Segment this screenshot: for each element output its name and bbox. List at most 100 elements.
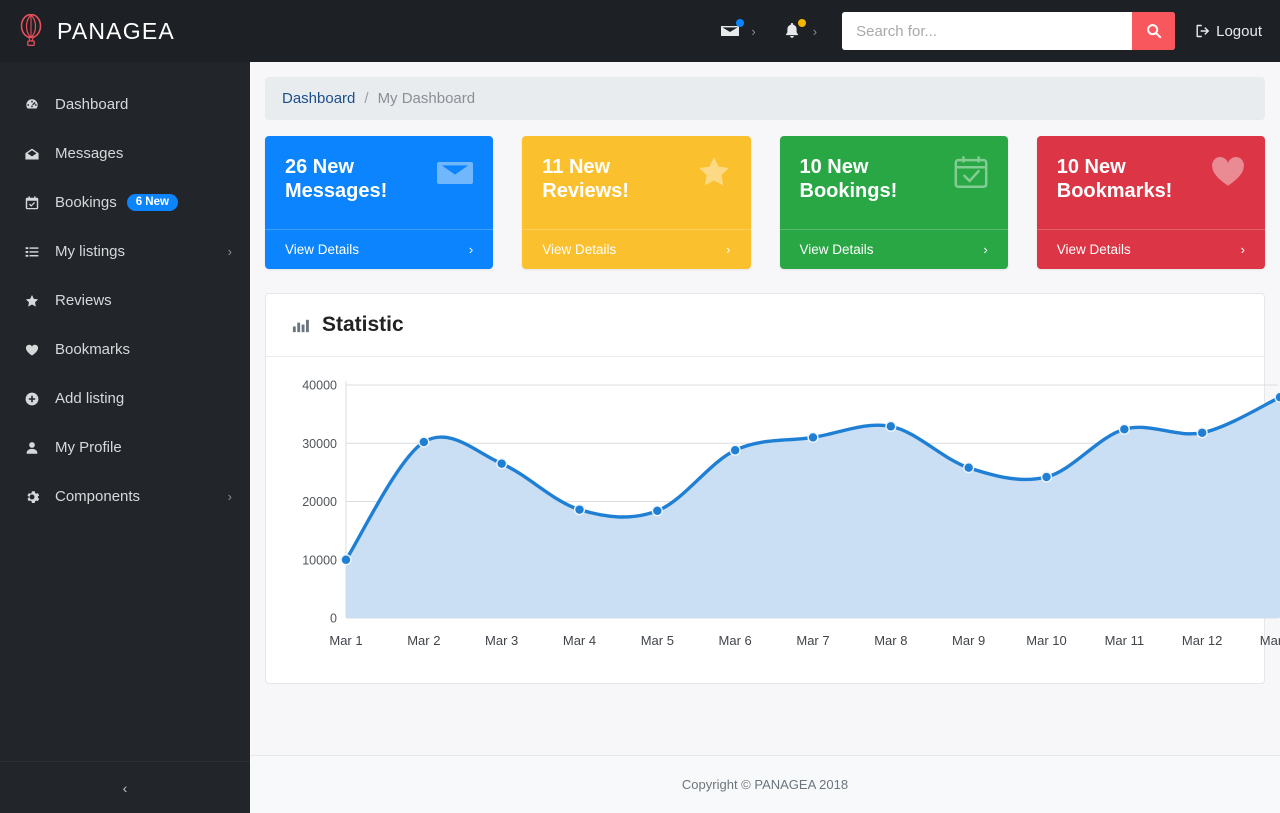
page-title: Statistic bbox=[322, 313, 404, 336]
stat-card-link[interactable]: View Details › bbox=[1036, 229, 1265, 269]
stat-card-body: 26 New Messages! bbox=[265, 136, 493, 229]
calendar-check-icon bbox=[22, 195, 42, 211]
sidebar-item-bookings[interactable]: Bookings 6 New bbox=[0, 178, 250, 227]
stat-card-title: 11 New Reviews! bbox=[542, 156, 629, 203]
envelope-icon bbox=[435, 153, 475, 198]
logout-button[interactable]: Logout bbox=[1195, 23, 1262, 40]
svg-text:Mar 8: Mar 8 bbox=[874, 633, 907, 648]
user-icon bbox=[22, 440, 42, 456]
sidebar-item-label: Reviews bbox=[55, 292, 112, 309]
sidebar-item-my-profile[interactable]: My Profile bbox=[0, 423, 250, 472]
bookings-badge: 6 New bbox=[126, 193, 178, 212]
brand[interactable]: PANAGEA bbox=[0, 14, 250, 48]
stat-card-link[interactable]: View Details › bbox=[522, 229, 751, 269]
area-chart: 0 10000 20000 30000 40000 Mar 1 Mar 2 Mar 3 Mar … bbox=[302, 379, 1280, 648]
sidebar-item-messages[interactable]: Messages bbox=[0, 129, 250, 178]
search-bar bbox=[842, 12, 1176, 50]
stat-card-link-label: View Details bbox=[1056, 242, 1131, 257]
chevron-right-icon: › bbox=[751, 23, 756, 39]
sidebar-item-components[interactable]: Components › bbox=[0, 472, 250, 521]
bar-chart-icon bbox=[291, 316, 310, 335]
svg-text:10000: 10000 bbox=[302, 553, 337, 567]
sidebar-item-label: Dashboard bbox=[55, 96, 129, 113]
svg-text:Mar 13: Mar 13 bbox=[1260, 633, 1280, 648]
logout-label: Logout bbox=[1216, 22, 1262, 40]
chevron-right-icon: › bbox=[726, 242, 731, 257]
stat-card-link-label: View Details bbox=[799, 242, 874, 257]
envelope-icon bbox=[720, 19, 745, 41]
svg-text:Mar 3: Mar 3 bbox=[485, 633, 518, 648]
breadcrumb-current: My Dashboard bbox=[377, 90, 476, 107]
sidebar-item-dashboard[interactable]: Dashboard bbox=[0, 80, 250, 129]
sidebar-item-label: My Profile bbox=[55, 439, 122, 456]
copyright-text: Copyright © PANAGEA 2018 bbox=[681, 777, 849, 792]
hot-air-balloon-icon bbox=[20, 14, 42, 47]
chevron-right-icon: › bbox=[468, 242, 474, 257]
sidebar-item-label: Messages bbox=[55, 145, 124, 162]
sidebar-item-add-listing[interactable]: Add listing bbox=[0, 374, 250, 423]
search-icon bbox=[1146, 24, 1161, 39]
sidebar-item-reviews[interactable]: Reviews bbox=[0, 276, 250, 325]
notifications-menu[interactable]: › bbox=[769, 0, 830, 62]
speedometer-icon bbox=[22, 97, 42, 113]
svg-text:30000: 30000 bbox=[302, 437, 337, 451]
svg-text:20000: 20000 bbox=[302, 495, 337, 509]
svg-text:Mar 11: Mar 11 bbox=[1105, 633, 1145, 648]
top-bar: PANAGEA › › Search for... Logout bbox=[0, 0, 1280, 62]
main-content: Dashboard / My Dashboard 26 New Messages… bbox=[250, 62, 1280, 813]
stat-card-body: 11 New Reviews! bbox=[522, 136, 750, 229]
heart-icon bbox=[22, 342, 42, 358]
svg-text:Mar 5: Mar 5 bbox=[641, 633, 674, 648]
svg-text:Mar 6: Mar 6 bbox=[719, 633, 752, 648]
top-bar-actions: › › Search for... Logout bbox=[707, 0, 1280, 62]
sidebar-collapse-button[interactable]: ‹ bbox=[0, 761, 250, 813]
brand-name: PANAGEA bbox=[57, 17, 175, 44]
stat-card-title: 26 New Messages! bbox=[285, 156, 388, 203]
breadcrumb-separator: / bbox=[364, 90, 369, 107]
messages-menu[interactable]: › bbox=[707, 0, 768, 62]
svg-text:40000: 40000 bbox=[302, 379, 337, 393]
stat-card-body: 10 New Bookings! bbox=[780, 136, 1008, 229]
stat-card-link[interactable]: View Details › bbox=[779, 229, 1008, 269]
stat-card-link-label: View Details bbox=[285, 242, 360, 257]
heart-icon bbox=[1209, 153, 1247, 196]
breadcrumb: Dashboard / My Dashboard bbox=[265, 77, 1265, 120]
content-wrap: Dashboard / My Dashboard 26 New Messages… bbox=[250, 62, 1280, 684]
chevron-right-icon: › bbox=[812, 23, 818, 39]
sidebar-nav: Dashboard Messages Bookings 6 New My lis… bbox=[0, 62, 250, 521]
stat-card-bookings[interactable]: 10 New Bookings! View Details › bbox=[779, 136, 1008, 269]
stat-card-link[interactable]: View Details › bbox=[265, 229, 494, 269]
star-icon bbox=[22, 293, 42, 309]
notifications-unread-dot bbox=[797, 19, 806, 27]
chevron-right-icon: › bbox=[227, 244, 232, 259]
breadcrumb-link-dashboard[interactable]: Dashboard bbox=[282, 90, 355, 107]
stat-cards: 26 New Messages! View Details › 11 New R… bbox=[265, 136, 1265, 269]
chevron-right-icon: › bbox=[983, 242, 988, 257]
statistic-panel-header: Statistic bbox=[266, 294, 1264, 357]
sidebar-item-my-listings[interactable]: My listings › bbox=[0, 227, 250, 276]
sidebar-item-bookmarks[interactable]: Bookmarks bbox=[0, 325, 250, 374]
svg-text:Mar 12: Mar 12 bbox=[1182, 633, 1222, 648]
search-input[interactable] bbox=[842, 12, 1133, 50]
plus-circle-icon bbox=[22, 391, 42, 407]
sidebar-item-label: Components bbox=[55, 488, 141, 505]
sidebar-item-label: Add listing bbox=[55, 390, 125, 407]
list-icon bbox=[22, 244, 42, 260]
footer: Copyright © PANAGEA 2018 bbox=[250, 755, 1280, 813]
app-root: PANAGEA › › Search for... Logout Dashboa… bbox=[0, 0, 1280, 813]
stat-card-body: 10 New Bookmarks! bbox=[1037, 136, 1265, 229]
stat-card-reviews[interactable]: 11 New Reviews! View Details › bbox=[522, 136, 751, 269]
stat-card-title: 10 New Bookmarks! bbox=[1056, 156, 1173, 203]
bell-icon bbox=[782, 19, 806, 41]
stat-card-bookmarks[interactable]: 10 New Bookmarks! View Details › bbox=[1036, 136, 1265, 269]
statistic-panel-body: 0 10000 20000 30000 40000 Mar 1 Mar 2 Mar 3 Mar … bbox=[266, 357, 1280, 683]
svg-text:Mar 4: Mar 4 bbox=[563, 633, 596, 648]
search-button[interactable] bbox=[1132, 12, 1176, 50]
stat-card-link-label: View Details bbox=[542, 242, 617, 257]
statistic-chart: 0 10000 20000 30000 40000 Mar 1 Mar 2 Mar 3 Mar … bbox=[284, 373, 1280, 673]
svg-text:Mar 7: Mar 7 bbox=[796, 633, 829, 648]
chevron-left-icon: ‹ bbox=[122, 779, 128, 796]
statistic-panel: Statistic 0 10000 20000 30000 40000 Mar 1 Mar … bbox=[265, 293, 1280, 684]
chevron-right-icon: › bbox=[1240, 242, 1245, 257]
stat-card-messages[interactable]: 26 New Messages! View Details › bbox=[265, 136, 494, 269]
